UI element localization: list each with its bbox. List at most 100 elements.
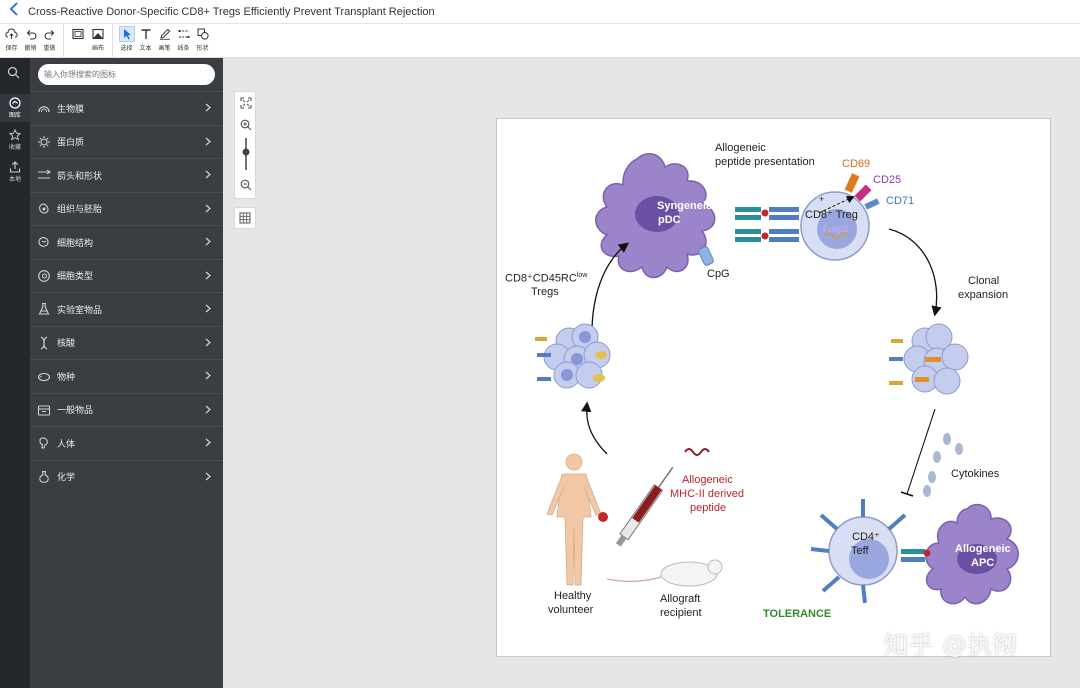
category-label: 蛋白质 [57, 137, 85, 147]
category-item[interactable]: 核酸 [30, 325, 223, 359]
category-label: 组织与胚胎 [57, 204, 103, 214]
fit-view-icon[interactable] [239, 96, 252, 109]
file-tools: 保存 撤销 重做 [2, 24, 64, 58]
grid-toggle-button[interactable] [234, 207, 256, 229]
cell-type-icon [37, 269, 51, 283]
frame-icon [71, 27, 85, 41]
icon-search-input[interactable] [38, 64, 215, 85]
label-tregs-2: Tregs [531, 286, 559, 298]
label-peptide-2: MHC-II derived [670, 488, 744, 500]
human-body-icon [37, 436, 51, 450]
isolation-arrow [581, 401, 608, 455]
treg-cluster-left [535, 323, 611, 389]
label-syngeneic: Syngeneic [657, 200, 713, 212]
cell-structure-icon [37, 235, 51, 249]
chevron-right-icon [205, 233, 211, 251]
search-icon[interactable] [7, 66, 20, 84]
shapes-icon [196, 27, 210, 41]
label-foxp3: Foxp3 [823, 224, 849, 234]
cpg-receptor [698, 246, 714, 266]
upload-icon [9, 161, 21, 173]
canvas-icon [91, 27, 105, 41]
undo-button[interactable]: 撤销 [21, 24, 40, 52]
chevron-right-icon [205, 434, 211, 452]
category-item[interactable]: 实验室物品 [30, 292, 223, 325]
species-icon [37, 369, 51, 383]
label-tolerance: TOLERANCE [763, 608, 832, 620]
text-tool-button[interactable]: 文本 [136, 24, 155, 52]
category-item[interactable]: 一般物品 [30, 392, 223, 426]
label-clonal: Clonal [968, 275, 1000, 287]
label-pdc: pDC [658, 214, 681, 226]
category-panel: 生物膜蛋白质箭头和形状组织与胚胎细胞结构细胞类型实验室物品核酸物种一般物品人体化… [30, 58, 223, 688]
category-label: 化学 [57, 472, 76, 482]
rail-favorites[interactable]: 收藏 [0, 126, 30, 154]
rail-library[interactable]: 图库 [0, 94, 30, 122]
chevron-right-icon [205, 166, 211, 184]
label-teff: Teff [851, 545, 869, 557]
label-allogeneic-presentation-2: peptide presentation [715, 156, 815, 168]
library-icon [9, 97, 21, 109]
redo-icon [43, 27, 57, 41]
dashed-line-icon [177, 27, 191, 41]
flask-icon [37, 302, 51, 316]
label-peptide-3: peptide [690, 502, 727, 514]
label-cd69: CD69 [842, 158, 871, 170]
figure-canvas[interactable]: Allogeneic peptide presentation Syngenei… [496, 118, 1051, 657]
toolbar: 保存 撤销 重做 画布 选择 文本 画笔 线条 形状 [0, 24, 1080, 58]
label-cd25: CD25 [873, 174, 902, 186]
pen-icon [158, 27, 172, 41]
cd71-marker [864, 198, 880, 210]
category-item[interactable]: 物种 [30, 359, 223, 392]
protein-icon [37, 135, 51, 149]
category-item[interactable]: 蛋白质 [30, 124, 223, 158]
fit-screen-button[interactable] [68, 24, 88, 43]
category-label: 生物膜 [57, 103, 85, 114]
healthy-volunteer-figure [546, 453, 602, 586]
side-rail: 图库 收藏 本地 [0, 58, 30, 688]
line-tool-button[interactable]: 线条 [174, 24, 193, 52]
chemistry-icon [37, 470, 51, 484]
clonal-expansion-arrow [888, 228, 942, 317]
chevron-right-icon [205, 99, 211, 117]
category-label: 核酸 [57, 338, 76, 348]
brush-tool-button[interactable]: 画笔 [155, 24, 174, 52]
label-expansion: expansion [958, 289, 1009, 301]
canvas-button[interactable]: 画布 [88, 24, 108, 52]
redo-button[interactable]: 重做 [40, 24, 59, 52]
syringe-illustration [615, 466, 674, 547]
label-cytokines: Cytokines [951, 468, 1000, 480]
category-item[interactable]: 细胞结构 [30, 225, 223, 258]
cloud-upload-icon [5, 27, 19, 41]
label-volunteer: volunteer [548, 604, 594, 616]
category-item[interactable]: 细胞类型 [30, 258, 223, 292]
mhc-tcr-pairs [735, 207, 799, 242]
category-item[interactable]: 人体 [30, 426, 223, 459]
category-item[interactable]: 组织与胚胎 [30, 191, 223, 225]
save-button[interactable]: 保存 [2, 24, 21, 52]
category-item[interactable]: 箭头和形状 [30, 158, 223, 191]
zoom-slider[interactable] [239, 136, 252, 172]
label-peptide-1: Allogeneic [682, 474, 733, 486]
cd69-marker [844, 173, 860, 193]
arrow-shape-icon [37, 168, 51, 182]
chevron-right-icon [205, 300, 211, 318]
category-item[interactable]: 生物膜 [30, 91, 223, 124]
label-healthy: Healthy [554, 590, 592, 602]
figure-illustration [535, 152, 1019, 605]
watermark-text: 知乎 @执彻 [884, 631, 1018, 659]
label-cd8-treg: CD8⁺ Treg [805, 209, 858, 221]
mouse-illustration [606, 559, 723, 587]
zoom-in-icon[interactable] [239, 118, 252, 131]
shape-tool-button[interactable]: 形状 [193, 24, 212, 52]
category-item[interactable]: 化学 [30, 459, 223, 493]
category-label: 箭头和形状 [57, 170, 103, 181]
grid-icon [239, 212, 251, 224]
zoom-out-icon[interactable] [239, 178, 252, 191]
box-icon [37, 403, 51, 417]
cd25-marker [854, 184, 872, 202]
select-tool-button[interactable]: 选择 [117, 24, 136, 52]
back-arrow-icon[interactable] [0, 2, 28, 21]
rail-local[interactable]: 本地 [0, 158, 30, 186]
star-icon [9, 129, 21, 141]
